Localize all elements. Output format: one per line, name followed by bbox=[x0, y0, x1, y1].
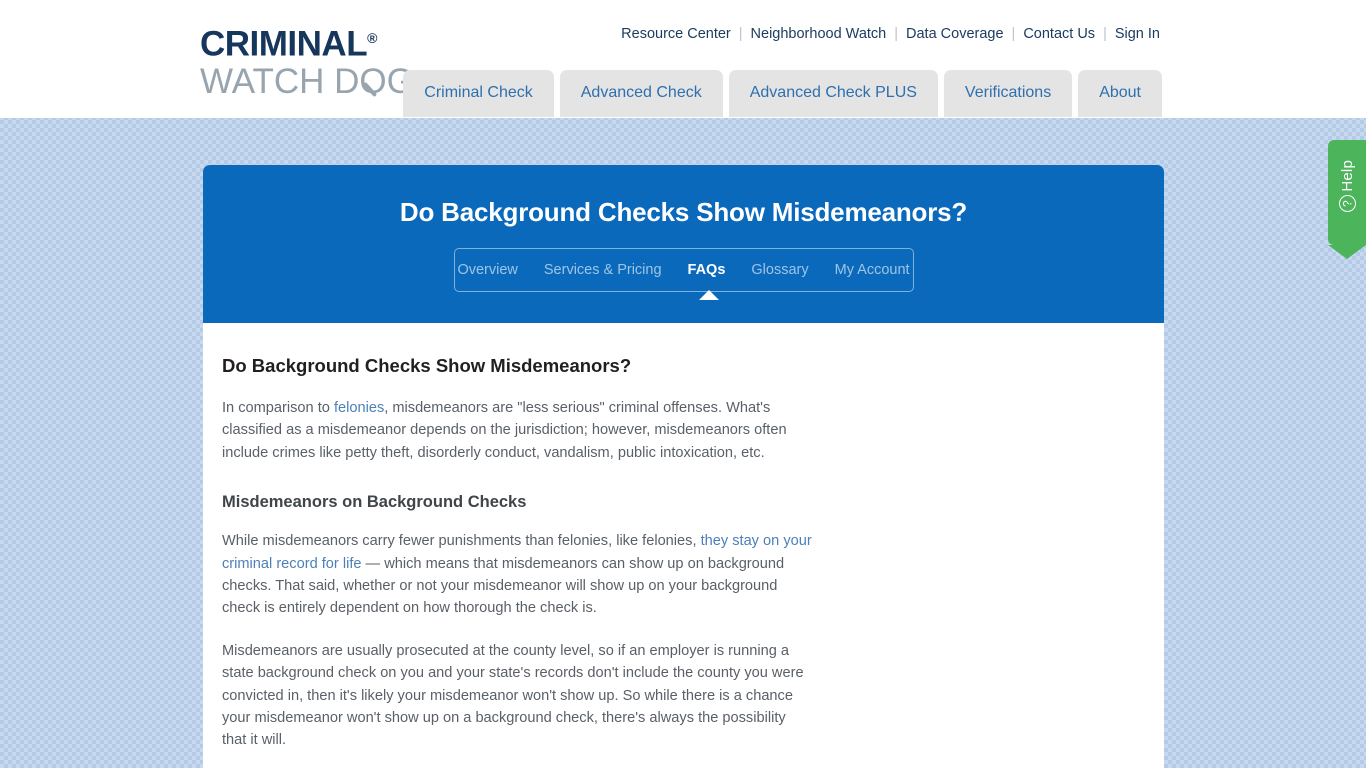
logo-text-criminal: CRIMINAL bbox=[200, 24, 368, 64]
logo-text-watchdog: WATCH DOG bbox=[200, 61, 414, 101]
question-mark-icon: ? bbox=[1338, 195, 1356, 213]
article: Do Background Checks Show Misdemeanors? … bbox=[222, 353, 812, 768]
article-heading: Do Background Checks Show Misdemeanors? bbox=[222, 355, 632, 376]
utility-link-sign-in[interactable]: Sign In bbox=[1113, 26, 1162, 42]
nav-tab-about[interactable]: About bbox=[1078, 70, 1162, 117]
nav-tab-verifications[interactable]: Verifications bbox=[943, 70, 1073, 117]
page-title: Do Background Checks Show Misdemeanors? bbox=[399, 197, 968, 227]
main-nav: Criminal Check Advanced Check Advanced C… bbox=[403, 70, 1162, 117]
article-paragraph-1: In comparison to felonies, misdemeanors … bbox=[222, 397, 812, 464]
hero-header: Do Background Checks Show Misdemeanors? … bbox=[203, 165, 1164, 323]
nav-tab-criminal-check[interactable]: Criminal Check bbox=[403, 70, 554, 117]
site-header: CRIMINAL® WATCH DOG Resource Center | Neig… bbox=[0, 0, 1366, 118]
link-felonies[interactable]: felonies bbox=[334, 400, 384, 416]
sub-nav-item-overview[interactable]: Overview bbox=[444, 249, 530, 291]
registered-trademark-icon: ® bbox=[367, 30, 377, 46]
sub-nav-item-glossary[interactable]: Glossary bbox=[738, 249, 821, 291]
sub-nav-item-faqs[interactable]: FAQs bbox=[675, 249, 739, 291]
nav-tab-advanced-check-plus[interactable]: Advanced Check PLUS bbox=[728, 70, 938, 117]
utility-nav-separator: | bbox=[1011, 26, 1016, 42]
paragraph-2-text-before: While misdemeanors carry fewer punishmen… bbox=[222, 533, 701, 550]
help-tab-label: Help bbox=[1338, 159, 1356, 192]
utility-nav: Resource Center | Neighborhood Watch | Data … bbox=[619, 26, 1162, 42]
card-body: Do Background Checks Show Misdemeanors? … bbox=[203, 323, 1164, 768]
utility-link-neighborhood-watch[interactable]: Neighborhood Watch bbox=[749, 26, 889, 42]
utility-nav-separator: | bbox=[1103, 26, 1107, 42]
sub-nav-item-my-account[interactable]: My Account bbox=[822, 249, 923, 291]
utility-nav-separator: | bbox=[894, 26, 899, 42]
sub-nav-item-services-pricing[interactable]: Services & Pricing bbox=[531, 249, 675, 291]
utility-link-contact-us[interactable]: Contact Us bbox=[1021, 26, 1097, 42]
section-heading-misdemeanors-on-background-checks: Misdemeanors on Background Checks bbox=[222, 493, 527, 512]
sub-nav: Overview Services & Pricing FAQs Glossar… bbox=[453, 248, 914, 300]
utility-nav-separator: | bbox=[738, 26, 743, 42]
logo-line-criminal: CRIMINAL® bbox=[200, 20, 440, 63]
utility-link-resource-center[interactable]: Resource Center bbox=[619, 26, 733, 42]
article-paragraph-3: Misdemeanors are usually prosecuted at t… bbox=[222, 642, 804, 749]
active-tab-pointer-icon bbox=[698, 290, 719, 300]
help-tab-inner: Help ? bbox=[1328, 140, 1366, 232]
nav-tab-advanced-check[interactable]: Advanced Check bbox=[559, 70, 723, 117]
paragraph-1-text-before: In comparison to bbox=[222, 400, 334, 416]
article-paragraph-2: While misdemeanors carry fewer punishmen… bbox=[222, 530, 812, 620]
help-tab-button[interactable]: Help ? bbox=[1328, 140, 1366, 259]
help-tab-pointer-icon bbox=[1328, 245, 1366, 259]
utility-link-data-coverage[interactable]: Data Coverage bbox=[904, 26, 1006, 42]
content-card: Do Background Checks Show Misdemeanors? … bbox=[203, 165, 1164, 768]
